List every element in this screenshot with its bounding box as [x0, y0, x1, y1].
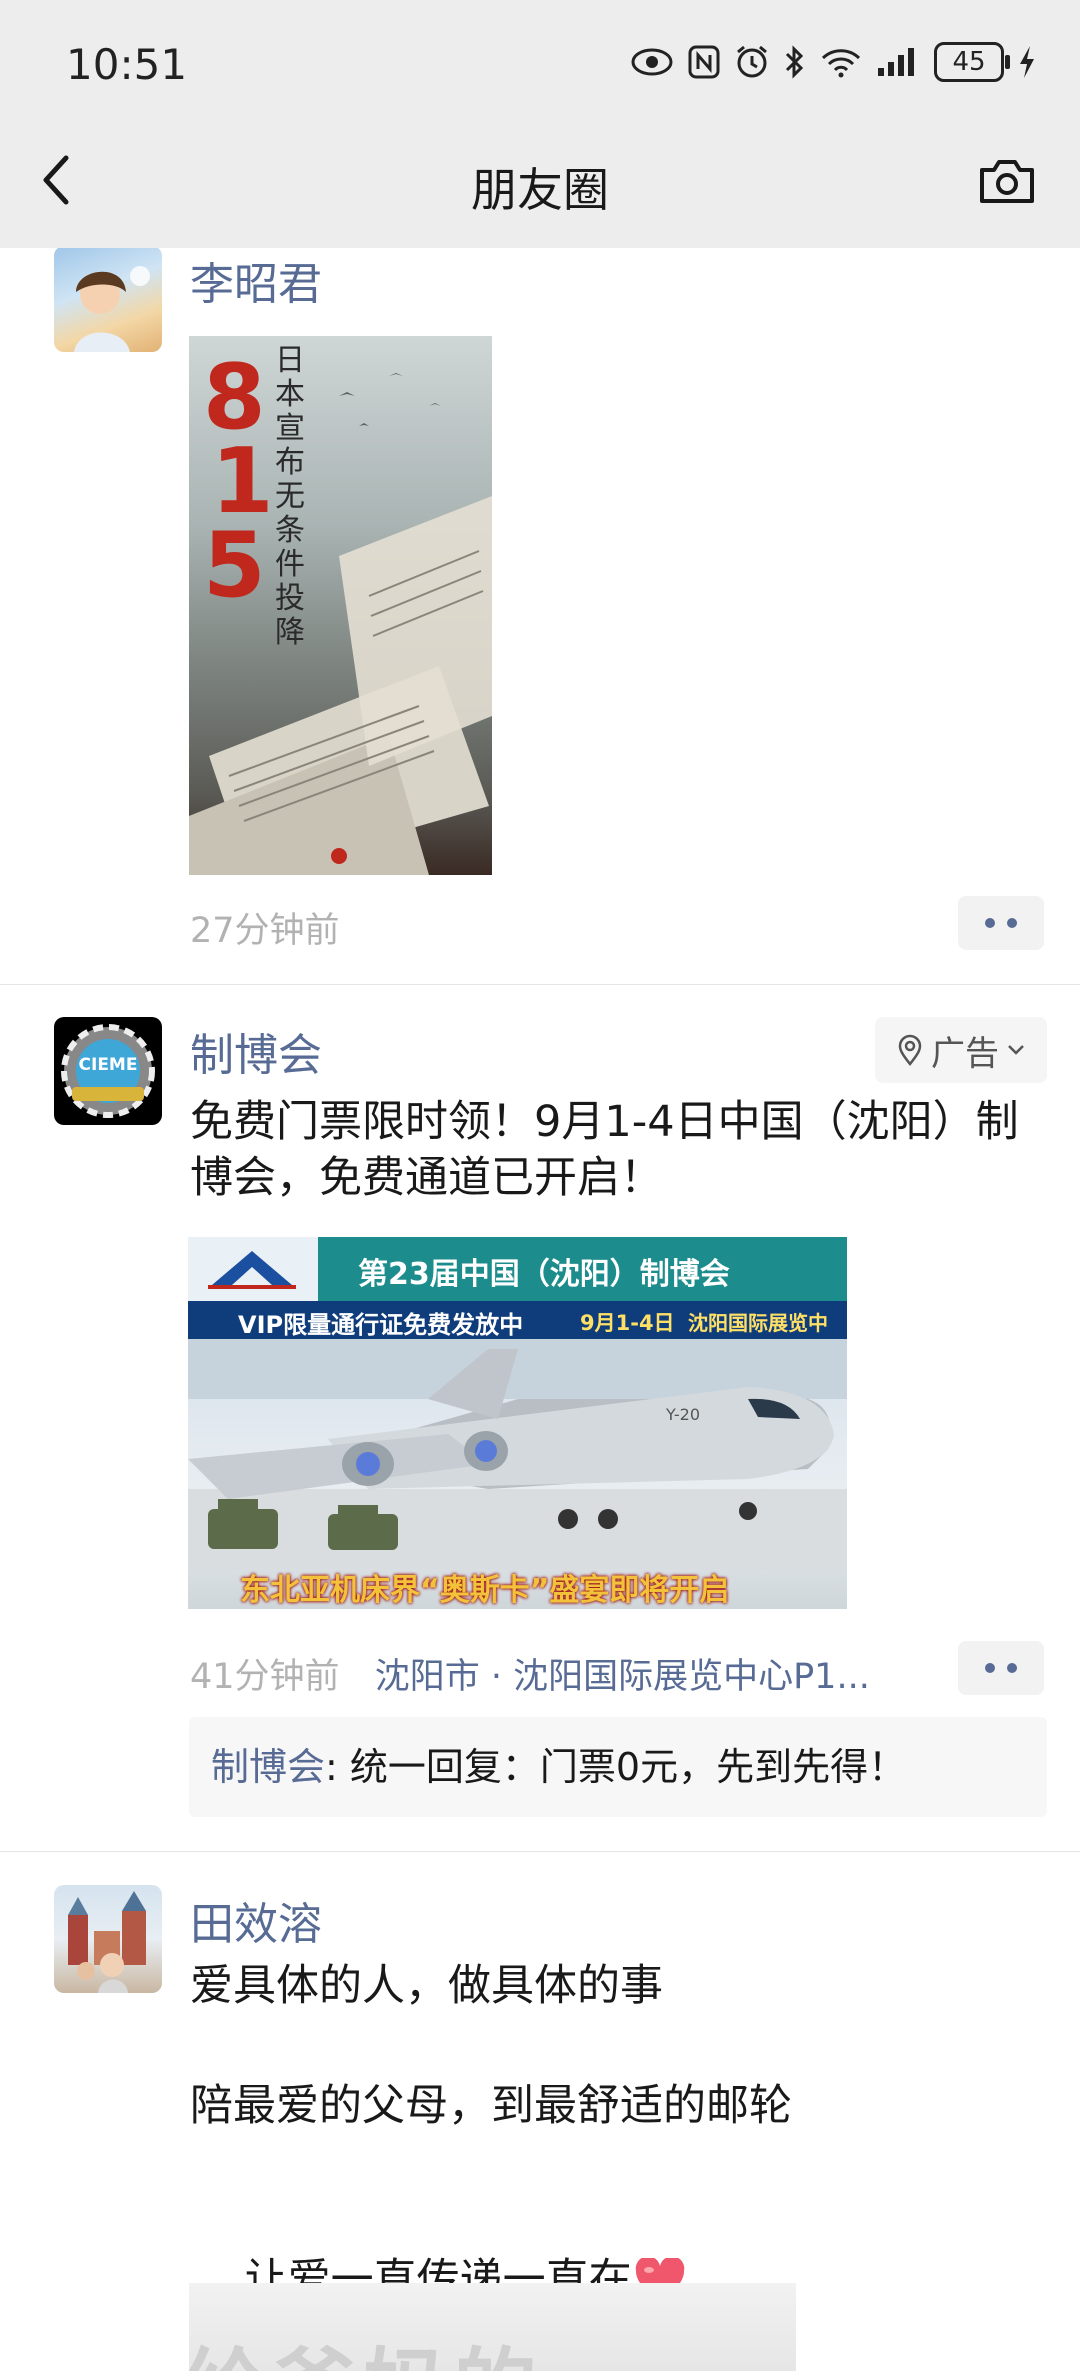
post-image[interactable]: 8 1 5 日本宣布无条件投降 [189, 336, 492, 875]
plane-mark: Y-20 [666, 1405, 701, 1424]
avatar[interactable] [54, 1885, 162, 1993]
avatar-label: CIEME [78, 1055, 138, 1075]
post-text-line: 爱具体的人，做具体的事 [190, 1961, 663, 2011]
nfc-icon [688, 45, 720, 79]
post-text-line: 陪最爱的父母，到最舒适的邮轮 [190, 2081, 792, 2131]
banner-title: 第23届中国（沈阳）制博会 [358, 1257, 730, 1292]
status-icons: 45 [630, 42, 1036, 82]
bluetooth-icon [785, 45, 804, 79]
banner-subtitle: VIP限量通行证免费发放中 [238, 1311, 524, 1339]
avatar[interactable]: CIEME [54, 1017, 162, 1125]
more-button[interactable] [958, 1641, 1044, 1695]
ad-tag[interactable]: 广告 [875, 1017, 1047, 1083]
ad-banner-image[interactable]: 第23届中国（沈阳）制博会 VIP限量通行证免费发放中 9月1-4日 沈阳国际展… [188, 1237, 847, 1609]
post-author[interactable]: 李昭君 [190, 248, 322, 312]
location-pin-icon [898, 1034, 922, 1066]
post-time: 27分钟前 [190, 911, 340, 951]
comment-author[interactable]: 制博会 [211, 1745, 325, 1789]
svg-text:5: 5 [203, 513, 266, 618]
post-author[interactable]: 制博会 [190, 1019, 322, 1083]
comment-text: : 统一回复：门票0元，先到先得！ [325, 1745, 907, 1789]
post-meta: 41分钟前 沈阳市 · 沈阳国际展览中心P1... [190, 1648, 870, 1699]
divider [0, 984, 1080, 985]
avatar[interactable] [54, 246, 162, 352]
top-bar: 10:51 45 朋友圈 [0, 0, 1080, 248]
alarm-icon [737, 45, 767, 78]
post-text: 免费门票限时领！9月1-4日中国（沈阳）制博会，免费通道已开启！ [190, 1097, 1019, 1203]
comment-box[interactable]: 制博会: 统一回复：门票0元，先到先得！ [189, 1717, 1047, 1817]
page-title: 朋友圈 [471, 163, 609, 217]
eye-icon [631, 48, 673, 76]
banner-bottom-text: 东北亚机床界“奥斯卡”盛宴即将开启 [240, 1573, 730, 1608]
banner-date: 9月1-4日 [580, 1311, 675, 1335]
battery-icon: 45 [934, 42, 1010, 82]
charging-icon [1020, 46, 1034, 78]
post-image[interactable]: 给爸妈的 [189, 2283, 796, 2371]
post-author[interactable]: 田效溶 [190, 1888, 322, 1952]
image-caption: 日本宣布无条件投降 [275, 343, 305, 650]
status-time: 10:51 [66, 40, 188, 89]
post-time: 41分钟前 [190, 1657, 340, 1697]
divider [0, 1851, 1080, 1852]
signal-icon [878, 48, 914, 76]
chevron-down-icon [1008, 1045, 1024, 1055]
more-button[interactable] [958, 896, 1044, 950]
post-location[interactable]: 沈阳市 · 沈阳国际展览中心P1... [375, 1657, 870, 1697]
wifi-icon [821, 49, 861, 78]
image-caption: 给爸妈的 [189, 2321, 543, 2371]
camera-icon[interactable] [978, 158, 1036, 204]
ad-label: 广告 [931, 1033, 999, 1074]
